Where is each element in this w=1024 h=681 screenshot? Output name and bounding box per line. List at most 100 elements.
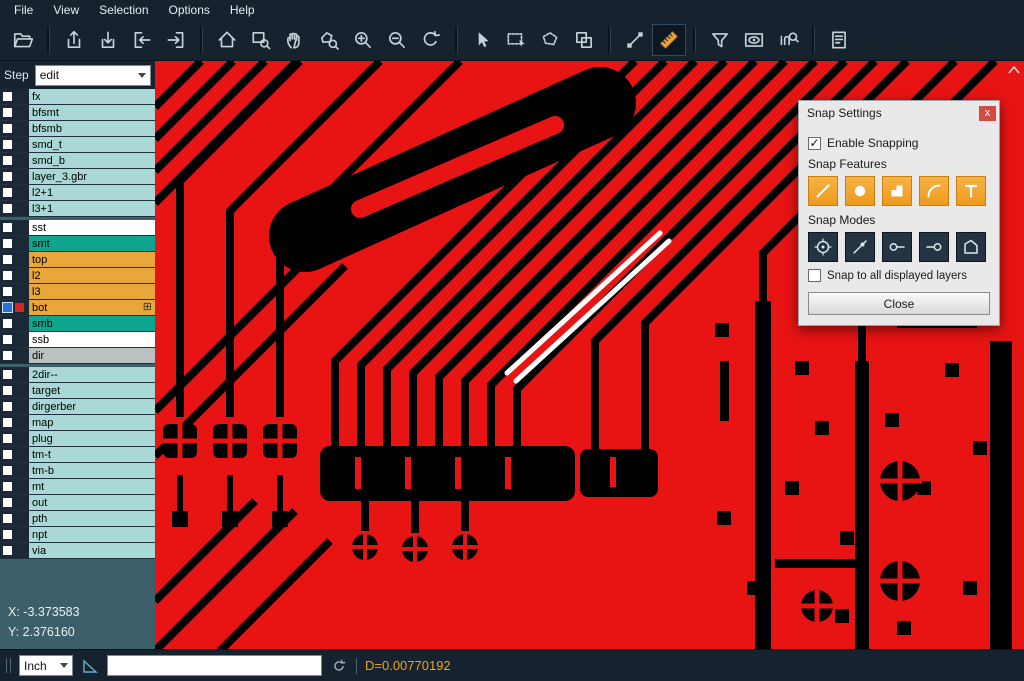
layer-row-smt[interactable]: smt <box>0 236 155 252</box>
layer-visibility-checkbox[interactable] <box>3 530 12 539</box>
layer-visibility-checkbox[interactable] <box>3 402 12 411</box>
unit-select[interactable]: Inch <box>19 655 73 676</box>
layer-label-cell[interactable]: dir <box>29 348 155 363</box>
layer-row-bot[interactable]: bot⊞ <box>0 300 155 316</box>
layer-row-bfsmb[interactable]: bfsmb <box>0 121 155 137</box>
layer-label-cell[interactable]: tm-b <box>29 463 155 478</box>
layer-label-cell[interactable]: smt <box>29 236 155 251</box>
command-input[interactable] <box>107 655 322 676</box>
layer-label-cell[interactable]: target <box>29 383 155 398</box>
layer-row-pth[interactable]: pth <box>0 511 155 527</box>
layer-row-dir[interactable]: dir <box>0 348 155 364</box>
zoom-window-button[interactable] <box>244 24 278 56</box>
scroll-up-icon[interactable] <box>1007 65 1021 75</box>
layer-visibility-checkbox[interactable] <box>3 434 12 443</box>
snap-slot-right-button[interactable] <box>919 232 949 262</box>
layer-visibility-checkbox[interactable] <box>3 172 12 181</box>
layer-visibility-checkbox[interactable] <box>3 223 12 232</box>
layer-visibility-checkbox[interactable] <box>3 514 12 523</box>
layer-row-smd-t[interactable]: smd_t <box>0 137 155 153</box>
all-layers-checkbox[interactable] <box>808 269 821 282</box>
layer-visibility-checkbox[interactable] <box>3 271 12 280</box>
layer-label-cell[interactable]: 2dir-- <box>29 367 155 382</box>
snap-line-button[interactable] <box>808 176 838 206</box>
menu-item-options[interactable]: Options <box>159 1 220 20</box>
layer-label-cell[interactable]: l2+1 <box>29 185 155 200</box>
layer-row-mt[interactable]: mt <box>0 479 155 495</box>
layer-visibility-checkbox[interactable] <box>3 255 12 264</box>
all-layers-row[interactable]: Snap to all displayed layers <box>808 269 990 282</box>
menu-item-view[interactable]: View <box>43 1 89 20</box>
layer-visibility-checkbox[interactable] <box>3 418 12 427</box>
layer-label-cell[interactable]: plug <box>29 431 155 446</box>
layer-label-cell[interactable]: tm-t <box>29 447 155 462</box>
layer-row-smd-b[interactable]: smd_b <box>0 153 155 169</box>
layer-row-2dir-[interactable]: 2dir-- <box>0 367 155 383</box>
close-icon[interactable]: x <box>979 106 996 121</box>
layer-row-out[interactable]: out <box>0 495 155 511</box>
snap-pad-button[interactable] <box>845 176 875 206</box>
zoom-reset-button[interactable] <box>414 24 448 56</box>
layer-visibility-checkbox[interactable] <box>3 546 12 555</box>
layer-row-ssb[interactable]: ssb <box>0 332 155 348</box>
dialog-title-bar[interactable]: Snap Settings x <box>799 101 999 125</box>
export-button[interactable] <box>57 24 91 56</box>
pan-button[interactable] <box>278 24 312 56</box>
zoom-out-button[interactable] <box>380 24 414 56</box>
layer-label-cell[interactable]: bfsmt <box>29 105 155 120</box>
filter-button[interactable] <box>703 24 737 56</box>
layer-row-top[interactable]: top <box>0 252 155 268</box>
layer-visibility-checkbox[interactable] <box>3 466 12 475</box>
layer-row-l2[interactable]: l2 <box>0 268 155 284</box>
layer-visibility-checkbox[interactable] <box>3 108 12 117</box>
select-group-button[interactable] <box>567 24 601 56</box>
exit-left-button[interactable] <box>125 24 159 56</box>
layer-row-tm-b[interactable]: tm-b <box>0 463 155 479</box>
layer-visibility-checkbox[interactable] <box>3 124 12 133</box>
layer-label-cell[interactable]: dirgerber <box>29 399 155 414</box>
zoom-polygon-button[interactable] <box>312 24 346 56</box>
layer-label-cell[interactable]: via <box>29 543 155 558</box>
layer-visibility-checkbox[interactable] <box>3 319 12 328</box>
layer-visibility-checkbox[interactable] <box>3 370 12 379</box>
layer-visibility-checkbox[interactable] <box>3 239 12 248</box>
measure-button[interactable] <box>652 24 686 56</box>
angle-tool-icon[interactable] <box>81 657 99 675</box>
layer-visibility-checkbox[interactable] <box>3 450 12 459</box>
open-button[interactable] <box>6 24 40 56</box>
layer-label-cell[interactable]: map <box>29 415 155 430</box>
layer-label-cell[interactable]: l3+1 <box>29 201 155 216</box>
zoom-in-button[interactable] <box>346 24 380 56</box>
layer-label-cell[interactable]: layer_3.gbr <box>29 169 155 184</box>
enter-right-button[interactable] <box>159 24 193 56</box>
layer-row-layer-3-gbr[interactable]: layer_3.gbr <box>0 169 155 185</box>
layer-row-tm-t[interactable]: tm-t <box>0 447 155 463</box>
layer-visibility-checkbox[interactable] <box>3 482 12 491</box>
layer-row-map[interactable]: map <box>0 415 155 431</box>
layer-label-cell[interactable]: fx <box>29 89 155 104</box>
view-options-button[interactable] <box>737 24 771 56</box>
layer-label-cell[interactable]: ssb <box>29 332 155 347</box>
layer-row-fx[interactable]: fx <box>0 89 155 105</box>
layer-label-cell[interactable]: mt <box>29 479 155 494</box>
layer-row-l2-1[interactable]: l2+1 <box>0 185 155 201</box>
layer-label-cell[interactable]: bot⊞ <box>29 300 155 315</box>
enable-snapping-checkbox[interactable]: ✓ <box>808 137 821 150</box>
menu-item-file[interactable]: File <box>4 1 43 20</box>
layer-label-cell[interactable]: smb <box>29 316 155 331</box>
line-tool-button[interactable] <box>618 24 652 56</box>
layer-row-dirgerber[interactable]: dirgerber <box>0 399 155 415</box>
close-button[interactable]: Close <box>808 292 990 315</box>
layer-visibility-checkbox[interactable] <box>3 188 12 197</box>
snap-arc-button[interactable] <box>919 176 949 206</box>
select-polygon-button[interactable] <box>533 24 567 56</box>
search-layers-button[interactable] <box>771 24 805 56</box>
layer-visibility-checkbox[interactable] <box>3 140 12 149</box>
snap-nearest-button[interactable] <box>845 232 875 262</box>
layer-label-cell[interactable]: out <box>29 495 155 510</box>
layer-row-plug[interactable]: plug <box>0 431 155 447</box>
layer-row-target[interactable]: target <box>0 383 155 399</box>
home-view-button[interactable] <box>210 24 244 56</box>
layer-row-npt[interactable]: npt <box>0 527 155 543</box>
layer-row-sst[interactable]: sst <box>0 220 155 236</box>
